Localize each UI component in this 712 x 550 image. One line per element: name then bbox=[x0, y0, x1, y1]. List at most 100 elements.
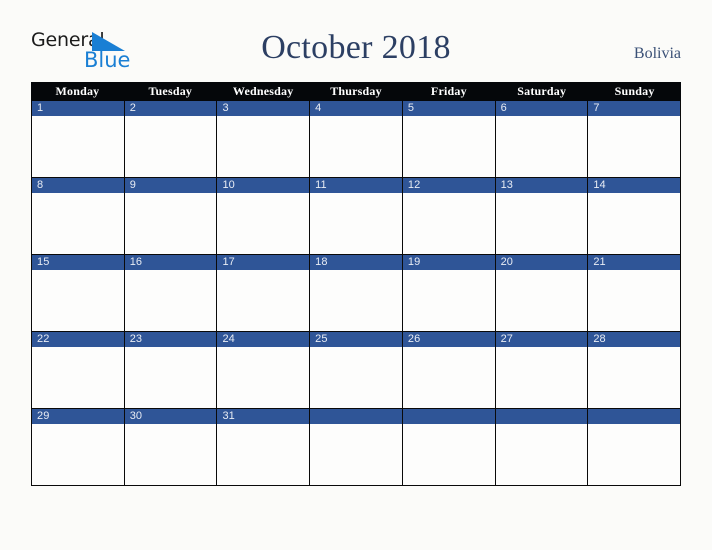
day-event-area[interactable] bbox=[217, 116, 310, 177]
day-cell-8[interactable]: 8 bbox=[32, 178, 125, 254]
day-cell-17[interactable]: 17 bbox=[217, 255, 311, 331]
day-event-area[interactable] bbox=[495, 270, 588, 331]
day-event-area[interactable] bbox=[32, 193, 124, 254]
day-event-area[interactable] bbox=[495, 116, 588, 177]
day-event-area[interactable] bbox=[310, 270, 402, 331]
day-cell-empty[interactable] bbox=[402, 409, 496, 485]
day-event-area[interactable] bbox=[124, 347, 217, 408]
day-cell-27[interactable]: 27 bbox=[495, 332, 589, 408]
page-title: October 2018 bbox=[261, 29, 451, 66]
day-event-area[interactable] bbox=[124, 424, 217, 485]
day-event-area[interactable] bbox=[32, 270, 124, 331]
day-cell-16[interactable]: 16 bbox=[124, 255, 218, 331]
day-cell-7[interactable]: 7 bbox=[588, 101, 682, 177]
day-cell-29[interactable]: 29 bbox=[32, 409, 125, 485]
day-number: 6 bbox=[500, 102, 507, 114]
day-event-area[interactable] bbox=[217, 193, 310, 254]
day-cell-empty[interactable] bbox=[588, 409, 682, 485]
day-event-area[interactable] bbox=[588, 424, 681, 485]
day-cell-30[interactable]: 30 bbox=[124, 409, 218, 485]
day-event-area[interactable] bbox=[217, 270, 310, 331]
day-cell-15[interactable]: 15 bbox=[32, 255, 125, 331]
day-cell-19[interactable]: 19 bbox=[402, 255, 496, 331]
day-event-area[interactable] bbox=[402, 424, 495, 485]
day-number: 13 bbox=[500, 179, 514, 191]
day-number-bar bbox=[495, 409, 588, 424]
day-number-bar: 18 bbox=[310, 255, 402, 270]
day-cell-24[interactable]: 24 bbox=[217, 332, 311, 408]
day-event-area[interactable] bbox=[495, 424, 588, 485]
day-event-area[interactable] bbox=[124, 193, 217, 254]
day-cell-22[interactable]: 22 bbox=[32, 332, 125, 408]
day-event-area[interactable] bbox=[217, 424, 310, 485]
day-cell-13[interactable]: 13 bbox=[495, 178, 589, 254]
day-cell-2[interactable]: 2 bbox=[124, 101, 218, 177]
day-number: 15 bbox=[37, 256, 50, 268]
day-event-area[interactable] bbox=[124, 116, 217, 177]
day-number-bar: 20 bbox=[495, 255, 588, 270]
day-number: 27 bbox=[500, 333, 514, 345]
day-number-bar: 21 bbox=[588, 255, 681, 270]
day-event-area[interactable] bbox=[588, 270, 681, 331]
day-event-area[interactable] bbox=[124, 270, 217, 331]
day-number: 20 bbox=[500, 256, 514, 268]
day-event-area[interactable] bbox=[402, 116, 495, 177]
day-event-area[interactable] bbox=[588, 193, 681, 254]
day-number: 31 bbox=[222, 410, 235, 422]
day-event-area[interactable] bbox=[310, 347, 402, 408]
day-event-area[interactable] bbox=[588, 347, 681, 408]
day-number-bar: 17 bbox=[217, 255, 310, 270]
day-event-area[interactable] bbox=[310, 424, 402, 485]
weekday-header-monday: Monday bbox=[55, 84, 100, 98]
day-event-area[interactable] bbox=[588, 116, 681, 177]
day-event-area[interactable] bbox=[495, 347, 588, 408]
day-cell-31[interactable]: 31 bbox=[217, 409, 311, 485]
day-cell-28[interactable]: 28 bbox=[588, 332, 682, 408]
day-cell-empty[interactable] bbox=[310, 409, 403, 485]
day-cell-11[interactable]: 11 bbox=[310, 178, 403, 254]
day-number: 4 bbox=[315, 102, 322, 114]
page-header: General Blue October 2018 Bolivia bbox=[0, 0, 712, 82]
day-number-bar: 25 bbox=[310, 332, 402, 347]
day-number: 8 bbox=[37, 179, 44, 191]
day-cell-12[interactable]: 12 bbox=[402, 178, 496, 254]
day-cell-6[interactable]: 6 bbox=[495, 101, 589, 177]
day-event-area[interactable] bbox=[32, 116, 124, 177]
day-cell-10[interactable]: 10 bbox=[217, 178, 311, 254]
day-event-area[interactable] bbox=[402, 270, 495, 331]
day-number: 10 bbox=[222, 179, 235, 191]
day-cell-14[interactable]: 14 bbox=[588, 178, 682, 254]
day-cell-26[interactable]: 26 bbox=[402, 332, 496, 408]
day-cell-3[interactable]: 3 bbox=[217, 101, 311, 177]
day-cell-23[interactable]: 23 bbox=[124, 332, 218, 408]
day-cell-5[interactable]: 5 bbox=[402, 101, 496, 177]
day-number-bar: 10 bbox=[217, 178, 310, 193]
day-cell-20[interactable]: 20 bbox=[495, 255, 589, 331]
day-event-area[interactable] bbox=[32, 424, 124, 485]
calendar-weeks: 1 2 3 4 5 6 7 8 9 10 11 12 13 14 15 16 17 18 19 20 21 22 23 24 2… bbox=[31, 101, 682, 486]
day-cell-25[interactable]: 25 bbox=[310, 332, 403, 408]
calendar-week-row: 1 2 3 4 5 6 7 bbox=[31, 101, 682, 178]
day-number-bar: 2 bbox=[124, 101, 217, 116]
day-event-area[interactable] bbox=[402, 347, 495, 408]
day-cell-empty[interactable] bbox=[495, 409, 589, 485]
day-event-area[interactable] bbox=[402, 193, 495, 254]
day-event-area[interactable] bbox=[310, 193, 402, 254]
day-number-bar: 23 bbox=[124, 332, 217, 347]
day-cell-21[interactable]: 21 bbox=[588, 255, 682, 331]
day-event-area[interactable] bbox=[217, 347, 310, 408]
day-event-area[interactable] bbox=[495, 193, 588, 254]
day-number-bar: 9 bbox=[124, 178, 217, 193]
day-event-area[interactable] bbox=[310, 116, 402, 177]
weekday-header-wednesday: Wednesday bbox=[232, 84, 294, 98]
day-cell-9[interactable]: 9 bbox=[124, 178, 218, 254]
day-cell-4[interactable]: 4 bbox=[310, 101, 403, 177]
day-number: 26 bbox=[407, 333, 421, 345]
day-cell-18[interactable]: 18 bbox=[310, 255, 403, 331]
calendar-week-row: 22 23 24 25 26 27 28 bbox=[31, 332, 682, 409]
day-number-bar: 6 bbox=[495, 101, 588, 116]
day-number: 22 bbox=[37, 333, 50, 345]
day-cell-1[interactable]: 1 bbox=[32, 101, 125, 177]
day-number-bar: 16 bbox=[124, 255, 217, 270]
day-event-area[interactable] bbox=[32, 347, 124, 408]
